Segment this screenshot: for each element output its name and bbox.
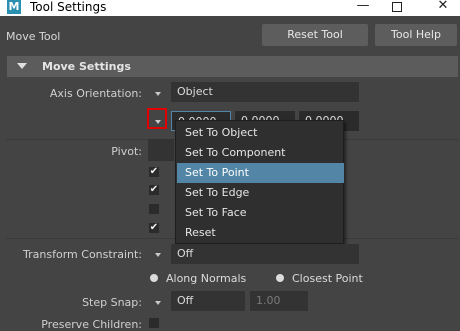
reset-tool-button[interactable]: Reset Tool bbox=[262, 24, 368, 46]
maximize-button[interactable] bbox=[386, 0, 408, 14]
along-normals-radio[interactable] bbox=[150, 274, 158, 282]
closest-point-radio[interactable] bbox=[276, 274, 284, 282]
window-title: Tool Settings bbox=[30, 0, 107, 14]
pivot-option-checkbox-3[interactable] bbox=[149, 204, 159, 214]
menu-item-reset[interactable]: Reset bbox=[177, 223, 344, 243]
collapse-arrow-icon bbox=[17, 63, 27, 69]
title-bar: M Tool Settings — ✕ bbox=[0, 0, 460, 16]
axis-orientation-dropdown-icon[interactable] bbox=[155, 92, 161, 96]
preserve-children-checkbox[interactable] bbox=[149, 318, 159, 328]
step-snap-amount-field[interactable]: 1.00 bbox=[250, 291, 308, 311]
menu-item-set-to-point[interactable]: Set To Point bbox=[177, 163, 344, 183]
pivot-option-checkbox-4[interactable]: ✔ bbox=[149, 223, 159, 233]
axis-orientation-select[interactable]: Object bbox=[171, 82, 359, 102]
closest-point-label: Closest Point bbox=[292, 272, 363, 285]
axis-options-menu: Set To Object Set To Component Set To Po… bbox=[175, 120, 344, 244]
pivot-option-checkbox-2[interactable]: ✔ bbox=[149, 185, 159, 195]
menu-item-set-to-face[interactable]: Set To Face bbox=[177, 203, 344, 223]
move-settings-frame-header[interactable]: Move Settings bbox=[7, 56, 458, 77]
menu-item-set-to-edge[interactable]: Set To Edge bbox=[177, 183, 344, 203]
axis-orientation-label: Axis Orientation: bbox=[49, 87, 142, 100]
tool-help-button[interactable]: Tool Help bbox=[375, 24, 457, 46]
along-normals-label: Along Normals bbox=[166, 272, 247, 285]
close-button[interactable]: ✕ bbox=[432, 0, 454, 14]
pivot-field[interactable] bbox=[148, 139, 174, 161]
menu-item-set-to-object[interactable]: Set To Object bbox=[177, 123, 344, 143]
preserve-children-label: Preserve Children: bbox=[41, 318, 142, 331]
tool-name: Move Tool bbox=[6, 30, 61, 43]
maximize-icon bbox=[392, 2, 402, 12]
menu-item-set-to-component[interactable]: Set To Component bbox=[177, 143, 344, 163]
step-snap-dropdown-icon[interactable] bbox=[155, 301, 161, 305]
pivot-label: Pivot: bbox=[111, 145, 142, 158]
frame-title: Move Settings bbox=[42, 60, 131, 73]
transform-constraint-select[interactable]: Off bbox=[171, 244, 359, 264]
transform-constraint-label: Transform Constraint: bbox=[23, 248, 142, 261]
minimize-button[interactable]: — bbox=[352, 0, 374, 14]
transform-constraint-dropdown-icon[interactable] bbox=[155, 253, 161, 257]
step-snap-select[interactable]: Off bbox=[171, 291, 245, 311]
step-snap-label: Step Snap: bbox=[82, 296, 142, 309]
pivot-option-checkbox-1[interactable]: ✔ bbox=[149, 167, 159, 177]
maya-app-icon: M bbox=[7, 0, 21, 14]
dropdown-highlight-box bbox=[147, 108, 167, 129]
